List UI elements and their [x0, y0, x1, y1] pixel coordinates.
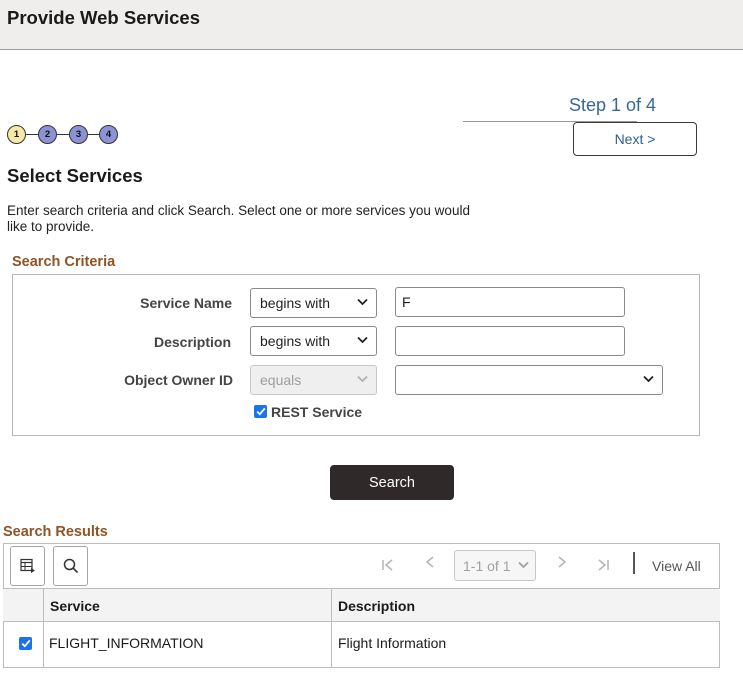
step-connector	[17, 134, 107, 135]
page-title: Provide Web Services	[7, 7, 200, 28]
last-page-icon[interactable]	[596, 558, 610, 572]
step-2-indicator[interactable]: 2	[38, 125, 57, 144]
column-header-service[interactable]: Service	[50, 598, 100, 614]
service-cell: FLIGHT_INFORMATION	[49, 635, 204, 651]
results-table: Service Description FLIGHT_INFORMATION F…	[3, 588, 720, 668]
description-input[interactable]	[395, 326, 625, 356]
service-name-operator-value: begins with	[260, 295, 331, 311]
step-4-indicator[interactable]: 4	[99, 125, 118, 144]
search-button[interactable]: Search	[330, 465, 454, 500]
grid-settings-icon	[19, 558, 35, 573]
page-range-value: 1-1 of 1	[463, 557, 511, 574]
search-results-title: Search Results	[3, 524, 108, 540]
description-label: Description	[153, 334, 231, 350]
section-title: Select Services	[7, 165, 143, 186]
description-cell: Flight Information	[338, 635, 447, 651]
object-owner-label: Object Owner ID	[124, 372, 233, 388]
next-button[interactable]: Next >	[573, 122, 697, 156]
object-owner-operator-value: equals	[260, 372, 302, 388]
column-divider	[331, 588, 332, 668]
view-all-link[interactable]: View All	[652, 558, 701, 574]
rest-service-label: REST Service	[271, 404, 363, 420]
next-page-icon[interactable]	[556, 555, 568, 569]
search-criteria-title: Search Criteria	[12, 254, 116, 270]
step-train: 1 2 3 4	[7, 125, 121, 145]
service-name-label: Service Name	[140, 295, 232, 311]
page-range-select: 1-1 of 1	[454, 550, 536, 581]
step-3-indicator[interactable]: 3	[69, 125, 88, 144]
checkmark-icon	[256, 407, 265, 416]
chevron-down-icon	[357, 336, 368, 344]
row-select-checkbox[interactable]	[19, 637, 32, 650]
table-header: Service Description	[3, 588, 720, 622]
chevron-down-icon	[643, 375, 654, 383]
instructions-text: Enter search criteria and click Search. …	[7, 203, 470, 234]
service-name-input[interactable]: F	[395, 287, 625, 317]
object-owner-select[interactable]	[395, 365, 663, 395]
step-label: Step 1 of 4	[569, 95, 657, 115]
find-in-grid-button[interactable]	[53, 546, 88, 586]
column-divider	[43, 588, 44, 668]
chevron-down-icon	[518, 561, 529, 569]
column-header-description[interactable]: Description	[338, 598, 415, 614]
page-header: Provide Web Services	[0, 0, 743, 50]
object-owner-operator-select: equals	[250, 365, 377, 395]
service-name-input-value: F	[402, 294, 411, 310]
checkmark-icon	[21, 639, 30, 648]
chevron-down-icon	[357, 375, 368, 383]
rest-service-checkbox[interactable]	[254, 405, 267, 418]
step-1-indicator: 1	[7, 125, 26, 144]
service-name-operator-select[interactable]: begins with	[250, 288, 377, 318]
personalize-grid-button[interactable]	[10, 546, 45, 586]
search-icon	[63, 558, 78, 574]
previous-page-icon[interactable]	[424, 555, 436, 569]
chevron-down-icon	[357, 298, 368, 306]
pagination-divider	[633, 552, 635, 574]
description-operator-select[interactable]: begins with	[250, 326, 377, 356]
first-page-icon[interactable]	[381, 558, 395, 572]
description-operator-value: begins with	[260, 333, 331, 349]
